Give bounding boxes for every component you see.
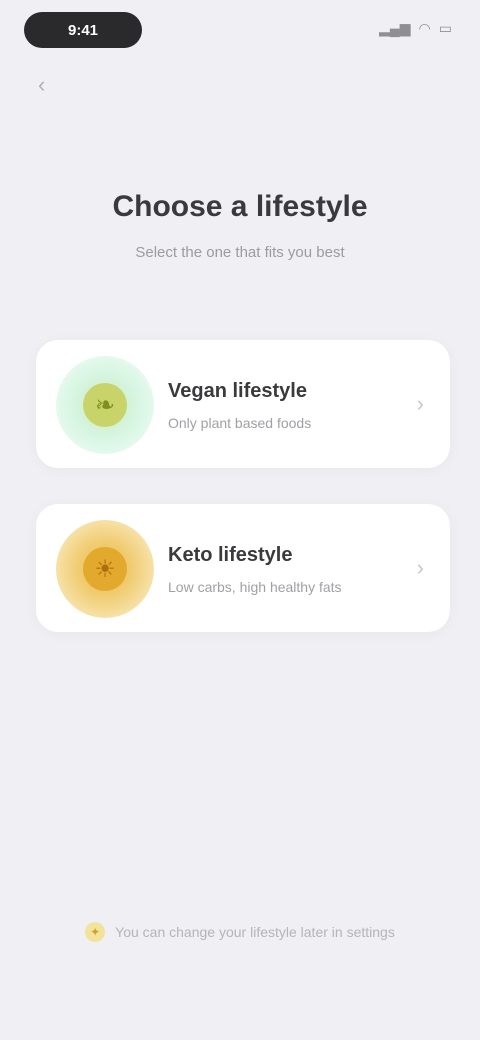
option-description: Only plant based foods: [168, 415, 312, 431]
option-text: Keto lifestyle Low carbs, high healthy f…: [168, 544, 342, 595]
sun-icon: ☀: [83, 547, 127, 591]
status-time: 9:41: [24, 12, 142, 48]
footer-text: You can change your lifestyle later in s…: [115, 924, 395, 940]
footer-hint: ✦ You can change your lifestyle later in…: [0, 922, 480, 942]
page-subtitle: Select the one that fits you best: [135, 244, 345, 261]
wifi-icon: ◠: [418, 20, 431, 36]
option-description: Low carbs, high healthy fats: [168, 579, 342, 595]
chevron-right-icon: ›: [416, 391, 424, 416]
header: Choose a lifestyle Select the one that f…: [0, 190, 480, 261]
status-icons: ▂▄▆ ◠ ▭: [379, 20, 452, 37]
option-icon-halo: ☀: [56, 520, 154, 618]
option-title: Vegan lifestyle: [168, 380, 307, 402]
status-bar: 9:41 ▂▄▆ ◠ ▭: [0, 0, 480, 60]
option-title: Keto lifestyle: [168, 544, 293, 566]
lightbulb-icon: ✦: [85, 922, 106, 942]
signal-icon: ▂▄▆: [379, 20, 411, 36]
battery-icon: ▭: [438, 20, 452, 36]
chevron-right-icon: ›: [416, 555, 424, 580]
chevron-left-icon[interactable]: ‹: [38, 72, 45, 98]
leaf-icon: ❧: [83, 383, 127, 427]
option-card-vegan[interactable]: ❧ Vegan lifestyle Only plant based foods…: [36, 340, 450, 468]
option-card-keto[interactable]: ☀ Keto lifestyle Low carbs, high healthy…: [36, 504, 450, 632]
option-text: Vegan lifestyle Only plant based foods: [168, 380, 311, 431]
page-title: Choose a lifestyle: [112, 190, 368, 223]
option-icon-halo: ❧: [56, 356, 154, 454]
